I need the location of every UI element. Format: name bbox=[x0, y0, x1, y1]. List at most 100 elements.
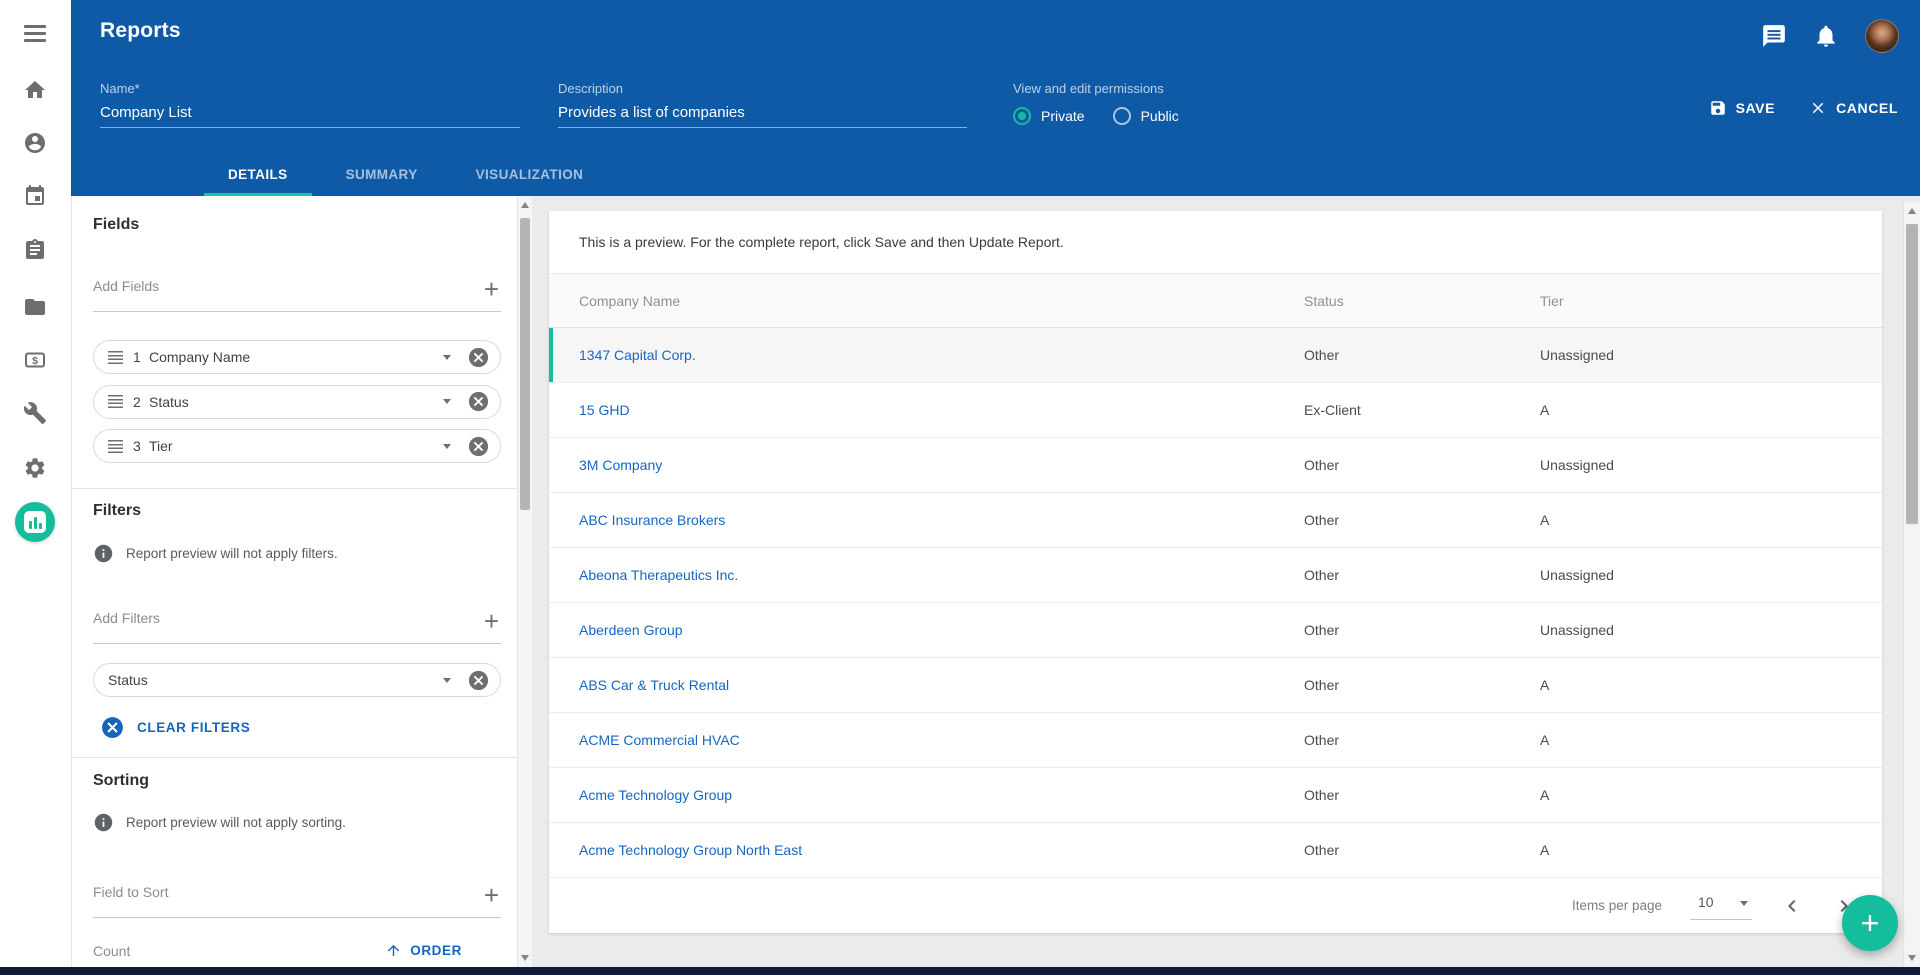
table-row[interactable]: 15 GHD Ex-Client A bbox=[549, 383, 1882, 438]
company-link[interactable]: Abeona Therapeutics Inc. bbox=[579, 567, 1304, 583]
field-chip[interactable]: 1 Company Name bbox=[93, 340, 501, 374]
tab-bar: DETAILSSUMMARYVISUALIZATION bbox=[204, 152, 607, 196]
order-button[interactable]: ORDER bbox=[385, 942, 462, 959]
app-root: $ Reports Name* Company List Description… bbox=[0, 0, 1920, 975]
calendar-icon[interactable] bbox=[23, 184, 47, 208]
status-cell: Other bbox=[1304, 457, 1540, 473]
settings-icon[interactable] bbox=[23, 456, 47, 480]
permission-radio-public[interactable]: Public bbox=[1113, 107, 1179, 125]
table-row[interactable]: Abeona Therapeutics Inc. Other Unassigne… bbox=[549, 548, 1882, 603]
preview-notice: This is a preview. For the complete repo… bbox=[549, 211, 1882, 274]
save-icon bbox=[1709, 99, 1727, 117]
field-name: Company Name bbox=[149, 349, 443, 365]
column-header: Tier bbox=[1540, 293, 1882, 309]
tab-visualization[interactable]: VISUALIZATION bbox=[452, 152, 608, 196]
drag-handle-icon[interactable] bbox=[108, 351, 123, 364]
tier-cell: A bbox=[1540, 512, 1882, 528]
company-link[interactable]: Aberdeen Group bbox=[579, 622, 1304, 638]
table-row[interactable]: 1347 Capital Corp. Other Unassigned bbox=[549, 328, 1882, 383]
cancel-button[interactable]: CANCEL bbox=[1809, 99, 1898, 117]
company-link[interactable]: ACME Commercial HVAC bbox=[579, 732, 1304, 748]
table-row[interactable]: Acme Technology Group North East Other A bbox=[549, 823, 1882, 878]
tier-cell: A bbox=[1540, 732, 1882, 748]
header: Reports Name* Company List Description P… bbox=[71, 0, 1920, 196]
add-filters-input[interactable]: Add Filters + bbox=[93, 608, 501, 644]
company-link[interactable]: Acme Technology Group North East bbox=[579, 842, 1304, 858]
reports-chart-icon[interactable] bbox=[15, 502, 55, 542]
description-value[interactable]: Provides a list of companies bbox=[558, 104, 967, 121]
scroll-up-icon[interactable] bbox=[1908, 208, 1916, 214]
home-icon[interactable] bbox=[23, 78, 47, 102]
add-fields-plus-icon[interactable]: + bbox=[484, 276, 499, 302]
notifications-icon[interactable] bbox=[1813, 23, 1839, 49]
remove-icon[interactable] bbox=[467, 346, 490, 369]
page-scrollbar[interactable] bbox=[1903, 202, 1920, 967]
chevron-down-icon[interactable] bbox=[443, 444, 451, 449]
field-chip[interactable]: 2 Status bbox=[93, 385, 501, 419]
billing-icon[interactable]: $ bbox=[23, 348, 47, 372]
scroll-up-icon[interactable] bbox=[521, 202, 529, 208]
field-to-sort-plus-icon[interactable]: + bbox=[484, 882, 499, 908]
clear-filters-button[interactable]: CLEAR FILTERS bbox=[100, 715, 250, 740]
chat-icon[interactable] bbox=[1761, 23, 1787, 49]
panel-scrollbar[interactable] bbox=[517, 196, 532, 967]
table-row[interactable]: Aberdeen Group Other Unassigned bbox=[549, 603, 1882, 658]
drag-handle-icon[interactable] bbox=[108, 395, 123, 408]
previous-page-button[interactable] bbox=[1780, 894, 1804, 918]
save-button[interactable]: SAVE bbox=[1709, 99, 1776, 117]
menu-icon[interactable] bbox=[23, 21, 47, 45]
remove-icon[interactable] bbox=[467, 669, 490, 692]
description-field[interactable]: Description Provides a list of companies bbox=[558, 80, 967, 128]
name-value[interactable]: Company List bbox=[100, 104, 520, 121]
description-label: Description bbox=[558, 81, 623, 96]
account-icon[interactable] bbox=[23, 131, 47, 155]
page-size-select[interactable]: 10 bbox=[1690, 892, 1752, 920]
name-field[interactable]: Name* Company List bbox=[100, 80, 520, 128]
chevron-down-icon[interactable] bbox=[443, 355, 451, 360]
add-report-fab[interactable]: + bbox=[1842, 895, 1898, 951]
field-to-sort-input[interactable]: Field to Sort + bbox=[93, 882, 501, 918]
company-link[interactable]: 15 GHD bbox=[579, 402, 1304, 418]
filters-note: Report preview will not apply filters. bbox=[93, 543, 338, 564]
drag-handle-icon[interactable] bbox=[108, 440, 123, 453]
avatar[interactable] bbox=[1865, 19, 1899, 53]
company-link[interactable]: 1347 Capital Corp. bbox=[579, 347, 1304, 363]
table-row[interactable]: ACME Commercial HVAC Other A bbox=[549, 713, 1882, 768]
company-link[interactable]: ABS Car & Truck Rental bbox=[579, 677, 1304, 693]
folder-icon[interactable] bbox=[23, 295, 47, 319]
info-icon bbox=[93, 812, 114, 833]
add-fields-input[interactable]: Add Fields + bbox=[93, 276, 501, 312]
status-cell: Other bbox=[1304, 512, 1540, 528]
tab-summary[interactable]: SUMMARY bbox=[322, 152, 442, 196]
permission-radio-private[interactable]: Private bbox=[1013, 107, 1085, 125]
filter-chip[interactable]: Status bbox=[93, 663, 501, 697]
table-row[interactable]: 3M Company Other Unassigned bbox=[549, 438, 1882, 493]
scrollbar-thumb[interactable] bbox=[1906, 224, 1918, 524]
company-link[interactable]: ABC Insurance Brokers bbox=[579, 512, 1304, 528]
company-link[interactable]: Acme Technology Group bbox=[579, 787, 1304, 803]
chevron-down-icon[interactable] bbox=[443, 678, 451, 683]
table-row[interactable]: Acme Technology Group Other A bbox=[549, 768, 1882, 823]
tasks-icon[interactable] bbox=[23, 238, 47, 262]
table-row[interactable]: ABS Car & Truck Rental Other A bbox=[549, 658, 1882, 713]
remove-icon[interactable] bbox=[467, 435, 490, 458]
field-order: 1 bbox=[133, 349, 149, 365]
company-link[interactable]: 3M Company bbox=[579, 457, 1304, 473]
remove-icon[interactable] bbox=[467, 390, 490, 413]
chevron-down-icon bbox=[1740, 901, 1748, 906]
field-chip[interactable]: 3 Tier bbox=[93, 429, 501, 463]
sorting-note: Report preview will not apply sorting. bbox=[93, 812, 346, 833]
scroll-down-icon[interactable] bbox=[521, 955, 529, 961]
field-order: 3 bbox=[133, 438, 149, 454]
status-cell: Other bbox=[1304, 732, 1540, 748]
scroll-down-icon[interactable] bbox=[1908, 955, 1916, 961]
bottom-bar bbox=[0, 967, 1920, 975]
table-row[interactable]: ABC Insurance Brokers Other A bbox=[549, 493, 1882, 548]
items-per-page-label: Items per page bbox=[1572, 898, 1662, 913]
fields-heading: Fields bbox=[93, 216, 139, 234]
scrollbar-thumb[interactable] bbox=[520, 218, 530, 510]
chevron-down-icon[interactable] bbox=[443, 399, 451, 404]
tools-icon[interactable] bbox=[23, 401, 47, 425]
tab-details[interactable]: DETAILS bbox=[204, 152, 312, 196]
add-filters-plus-icon[interactable]: + bbox=[484, 608, 499, 634]
